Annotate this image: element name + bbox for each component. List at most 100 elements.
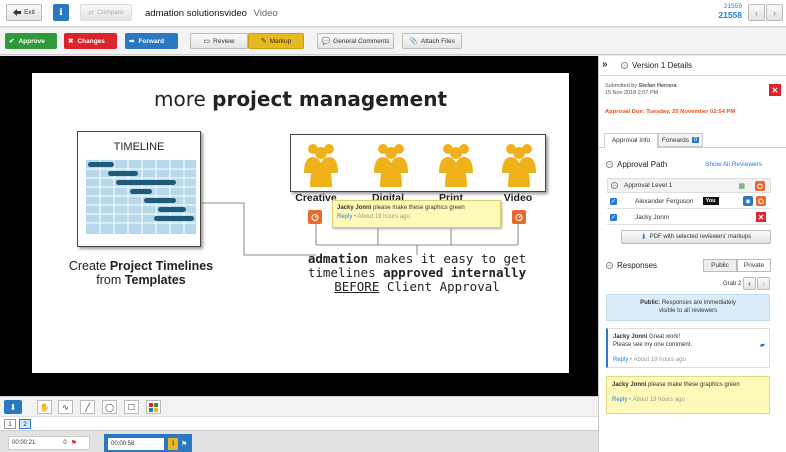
document-title: admation solutionsvideo Video [145, 8, 278, 19]
approval-path-header[interactable]: − Approval Path [606, 160, 667, 169]
markup-comment-bubble[interactable]: Jacky Jonni please make these graphics g… [332, 200, 501, 228]
media-viewer[interactable]: more project management TIMELINE Create … [0, 56, 598, 396]
tab-approval-info[interactable]: Approval Info [604, 133, 658, 148]
page-selector: 1 2 [0, 416, 598, 430]
submitted-label: Submitted by [605, 83, 639, 89]
pencil-icon: ✎ [260, 38, 267, 45]
speech-bubble-icon: ▰ [759, 342, 765, 349]
previous-version-button[interactable]: ‹ [748, 4, 765, 21]
private-toggle[interactable]: Private [737, 259, 771, 272]
markup-pin-2[interactable] [512, 210, 526, 224]
response-comment[interactable]: Jacky Jonni Great work! Please see my on… [606, 328, 770, 368]
pan-tool[interactable]: ✋ [37, 400, 52, 414]
markup-toolbar: ⬇ ✋ ∿ ╱ ◯ ☐ [0, 396, 598, 416]
version-details-header[interactable]: − Version 1 Details [621, 61, 692, 70]
caption-right-bold-2: approved internally [383, 265, 527, 280]
reviewer-row[interactable]: ✓ Jacky Jonni ✕ [607, 210, 771, 225]
review-icon: ▭ [203, 38, 211, 45]
comment-timeline: 00:00:21 0 ⚑ 00:00:58 1 ⚑ [0, 430, 598, 452]
caption-right-underlined: BEFORE [334, 279, 380, 294]
reviewer-row[interactable]: ✓ Alexander Ferguson You ◉ [607, 194, 771, 209]
note-text: Responses are immediately [660, 300, 736, 306]
line-tool[interactable]: ╱ [80, 400, 95, 414]
collapse-icon[interactable]: − [611, 182, 618, 189]
general-comments-button[interactable]: 💬 General Comments [317, 33, 394, 49]
page-button-2[interactable]: 2 [19, 419, 31, 429]
previous-grab-button[interactable]: ‹ [743, 277, 756, 290]
slide-heading-bold: project management [212, 87, 448, 111]
close-version-button[interactable]: ✕ [769, 84, 781, 96]
timeline-item[interactable]: 00:00:21 0 ⚑ [8, 436, 90, 450]
approve-button[interactable]: ✔ Approve [5, 33, 57, 49]
version-selector[interactable]: 21559 21558 [700, 3, 742, 20]
comment-timestamp: About 19 hours ago [632, 397, 685, 403]
review-mode-button[interactable]: ▭ Review [190, 33, 248, 49]
slide-frame[interactable]: more project management TIMELINE Create … [32, 73, 569, 373]
color-grid-icon [149, 402, 158, 412]
next-version-button[interactable]: › [766, 4, 783, 21]
collapse-panel-button[interactable]: » [602, 59, 608, 70]
download-arrow-icon: ⬇ [9, 402, 17, 412]
checkbox-checked-icon[interactable]: ✓ [610, 197, 617, 205]
forward-button[interactable]: ➡ Forward [125, 33, 178, 49]
double-chevron-right-icon: » [602, 59, 608, 70]
freehand-tool[interactable]: ∿ [58, 400, 73, 414]
checkbox-checked-icon[interactable]: ✓ [610, 213, 617, 221]
compare-label: Compare [97, 9, 124, 16]
hand-icon: ✋ [39, 402, 50, 412]
document-name: admation solutionsvideo [145, 8, 247, 19]
version-link-small[interactable]: 21559 [700, 3, 742, 10]
timeline-card-title: TIMELINE [113, 141, 165, 153]
pdf-markups-button[interactable]: ⬇ PDF with selected reviewers' markups [621, 230, 771, 244]
grab-label: Grab 2 [723, 281, 742, 287]
bubble-reply-link[interactable]: Reply [337, 214, 352, 220]
comment-tool[interactable]: ◯ [102, 400, 117, 414]
reply-link[interactable]: Reply [612, 397, 627, 403]
paperclip-icon: 📎 [409, 38, 418, 45]
color-tool[interactable] [146, 400, 161, 414]
comment-text: please make these graphics green [648, 382, 740, 388]
rectangle-tool[interactable]: ☐ [124, 400, 139, 414]
approval-due: Approval Due: Tuesday, 20 November 02:54… [605, 109, 736, 115]
compare-button[interactable]: ⇄ Compare [80, 4, 132, 21]
version-link-current[interactable]: 21558 [700, 10, 742, 20]
timeline-item-active[interactable]: 00:00:58 1 ⚑ [104, 434, 192, 452]
response-comment[interactable]: Jacky Jonni please make these graphics g… [606, 376, 770, 414]
caption-left-bold: Project Timelines [109, 259, 214, 273]
markup-mode-button[interactable]: ✎ Markup [248, 33, 304, 49]
timeline-timestamp: 00:00:58 [111, 440, 135, 447]
reply-link[interactable]: Reply [613, 357, 628, 363]
exit-button[interactable]: Exit [6, 4, 42, 21]
show-all-reviewers-link[interactable]: Show All Reviewers [705, 161, 762, 168]
tab-approval-label: Approval Info [611, 137, 651, 144]
forward-arrow-icon: ➡ [129, 38, 135, 45]
caption-left-bold-2: Templates [124, 273, 186, 287]
forward-label: Forward [138, 37, 165, 45]
comment-timestamp: About 19 hours ago [633, 357, 686, 363]
info-button[interactable]: i [53, 4, 69, 21]
download-button[interactable]: ⬇ [4, 400, 22, 414]
you-badge: You [702, 197, 719, 205]
next-grab-button[interactable]: › [757, 277, 770, 290]
bubble-text: please make these graphics green [373, 205, 465, 211]
attach-files-button[interactable]: 📎 Attach Files [402, 33, 462, 49]
markup-pin-1[interactable] [308, 210, 322, 224]
review-label: Review [213, 37, 235, 45]
forwards-count-badge: 0 [692, 137, 700, 143]
public-responses-note: Public: Responses are immediately visibl… [606, 294, 770, 321]
caption-right-text: makes it easy to get [368, 251, 527, 266]
eye-icon[interactable]: ◉ [743, 196, 753, 206]
tab-forwards[interactable]: Forwards 0 [658, 133, 703, 147]
comment-text-2: Please see my one comment. [613, 342, 693, 348]
line-icon: ╱ [85, 402, 90, 412]
comment-author: Jacky Jonni [612, 382, 647, 388]
page-button-1[interactable]: 1 [4, 419, 16, 429]
level-status-icon: ▦ [738, 182, 745, 190]
close-icon: ✖ [68, 38, 74, 45]
gantt-graphic [86, 160, 196, 234]
timeline-timestamp: 00:00:21 [12, 440, 36, 446]
caption-right-text-2: timelines [307, 265, 384, 280]
public-toggle[interactable]: Public [703, 259, 737, 272]
responses-header[interactable]: − Responses [606, 261, 657, 270]
changes-button[interactable]: ✖ Changes [64, 33, 117, 49]
